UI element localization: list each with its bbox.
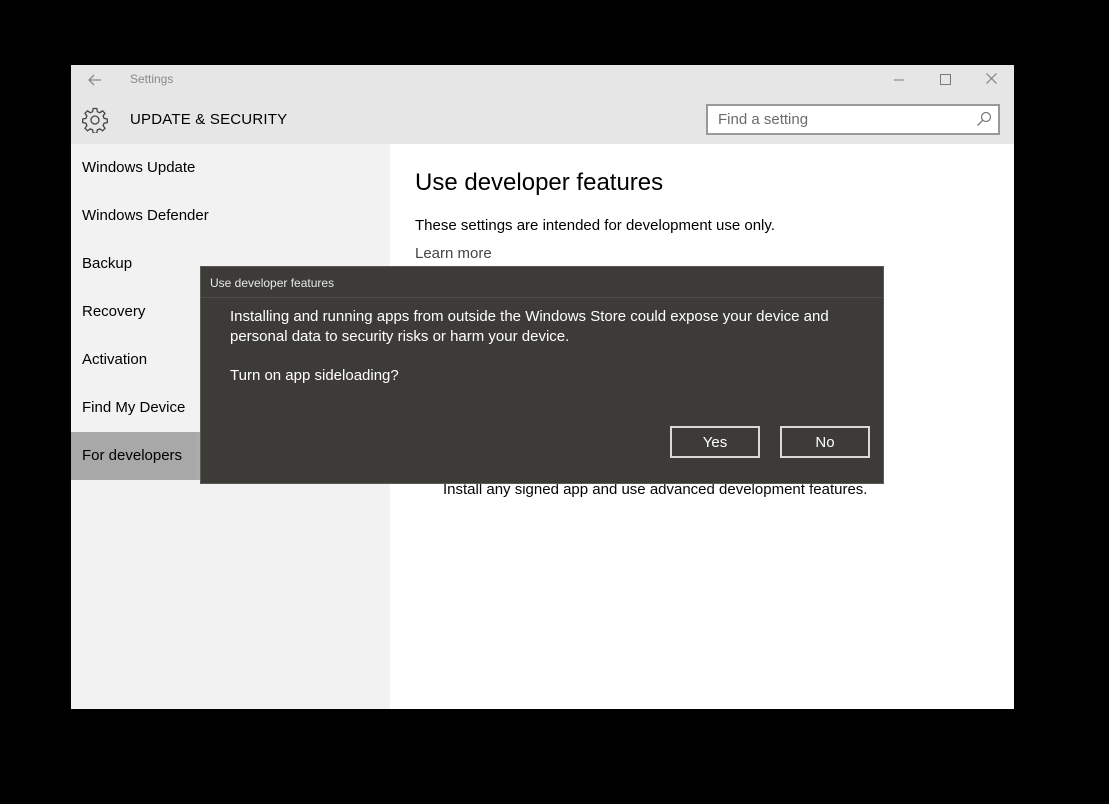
page-title: UPDATE & SECURITY	[130, 111, 288, 128]
sidebar-item-windows-defender[interactable]: Windows Defender	[71, 192, 390, 240]
confirm-dialog: Use developer features Installing and ru…	[201, 267, 883, 483]
close-button[interactable]	[968, 65, 1014, 95]
back-arrow-icon	[88, 74, 101, 86]
sidebar-item-windows-update[interactable]: Windows Update	[71, 144, 390, 192]
dialog-question: Turn on app sideloading?	[230, 367, 399, 384]
sidebar-item-label: Recovery	[82, 303, 146, 320]
dialog-title-bar: Use developer features	[201, 267, 883, 298]
search-box[interactable]	[706, 104, 1000, 135]
minimize-icon	[894, 79, 904, 81]
dialog-title: Use developer features	[210, 276, 335, 290]
sidebar-item-label: Activation	[82, 351, 148, 368]
close-icon	[985, 73, 997, 84]
minimize-button[interactable]	[876, 65, 922, 95]
sidebar-item-label: Windows Defender	[82, 207, 209, 224]
section-title: Use developer features	[415, 169, 664, 196]
title-bar: Settings	[71, 65, 1014, 95]
yes-button[interactable]: Yes	[670, 426, 760, 458]
sidebar-item-label: Windows Update	[82, 159, 196, 176]
sidebar-item-label: Find My Device	[82, 399, 186, 416]
gear-icon	[82, 107, 108, 133]
maximize-icon	[939, 74, 951, 85]
sidebar-item-label: Backup	[82, 255, 133, 272]
learn-more-link[interactable]: Learn more	[415, 245, 492, 262]
no-button[interactable]: No	[780, 426, 870, 458]
settings-header: UPDATE & SECURITY	[71, 95, 1014, 144]
back-button[interactable]	[81, 69, 109, 91]
dialog-message: Installing and running apps from outside…	[230, 308, 829, 345]
window-title: Settings	[130, 72, 174, 86]
search-icon[interactable]	[976, 111, 992, 127]
maximize-button[interactable]	[922, 65, 968, 95]
sidebar-item-label: For developers	[82, 447, 183, 464]
developer-mode-description: Install any signed app and use advanced …	[443, 481, 868, 498]
search-input[interactable]	[718, 106, 968, 133]
section-description: These settings are intended for developm…	[415, 217, 775, 234]
